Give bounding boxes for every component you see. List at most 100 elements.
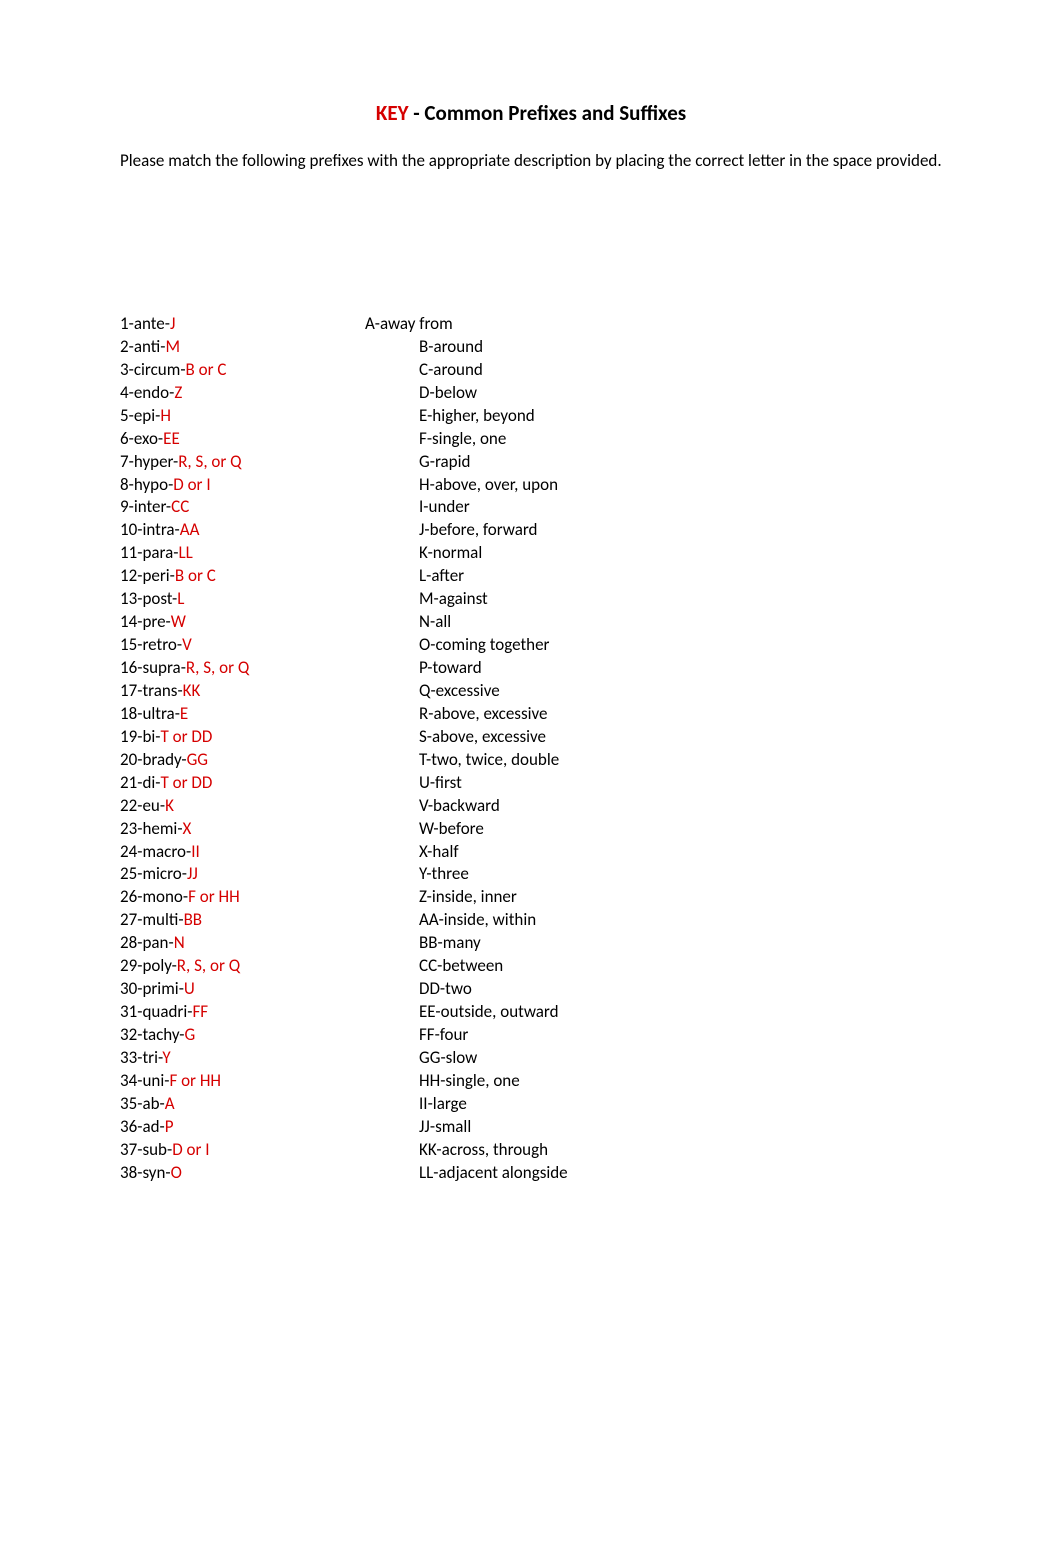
definition-row: DD-two (419, 978, 942, 1001)
prefix-number: 14 (120, 611, 137, 632)
prefix-row: 36-ad-P (120, 1116, 365, 1139)
prefix-number: 31 (120, 1001, 137, 1022)
prefix-number: 26 (120, 886, 137, 907)
definition-text: many (443, 932, 481, 953)
definition-letter: GG (419, 1047, 440, 1068)
prefix-label: 4-endo- (120, 382, 174, 403)
prefix-answer: H (160, 405, 171, 426)
prefix-row: 1-ante-J (120, 313, 365, 336)
prefix-text: ultra (142, 703, 174, 724)
definition-text: above, excessive (433, 703, 547, 724)
prefix-text: mono (142, 886, 182, 907)
prefix-row: 3-circum-B or C (120, 359, 365, 382)
definition-row: T-two, twice, double (419, 749, 942, 772)
definition-row: O-coming together (419, 634, 942, 657)
prefix-row: 9-inter-CC (120, 496, 365, 519)
definition-row: KK-across, through (419, 1139, 942, 1162)
definition-letter: V (419, 795, 428, 816)
prefix-label: 23-hemi- (120, 818, 183, 839)
prefix-answer: J (170, 313, 175, 334)
prefix-text: exo (134, 428, 158, 449)
prefix-row: 38-syn-O (120, 1162, 365, 1185)
definition-row: L-after (419, 565, 942, 588)
definition-letter: HH (419, 1070, 440, 1091)
prefix-text: circum (134, 359, 180, 380)
prefix-text: multi (142, 909, 178, 930)
prefix-number: 22 (120, 795, 137, 816)
definition-text: against (439, 588, 488, 609)
prefix-text: ab (142, 1093, 159, 1114)
definition-text: backward (433, 795, 500, 816)
prefix-answer: II (191, 841, 200, 862)
definition-row: K-normal (419, 542, 942, 565)
prefix-text: tachy (142, 1024, 179, 1045)
prefix-label: 30-primi- (120, 978, 184, 999)
definition-row: FF-four (419, 1024, 942, 1047)
prefix-label: 21-di- (120, 772, 161, 793)
definition-text: between (442, 955, 503, 976)
definition-letter: EE (419, 1001, 435, 1022)
prefix-label: 34-uni- (120, 1070, 169, 1091)
definition-letter: Y (419, 863, 426, 884)
prefix-number: 30 (120, 978, 137, 999)
prefix-answer: D or I (173, 474, 210, 495)
prefix-row: 10-intra-AA (120, 519, 365, 542)
prefix-number: 3 (120, 359, 129, 380)
prefix-number: 6 (120, 428, 129, 449)
prefix-text: pan (142, 932, 168, 953)
prefix-column: 1-ante-J2-anti-M3-circum-B or C4-endo-Z5… (120, 313, 365, 1185)
definition-row: C-around (419, 359, 942, 382)
prefix-number: 1 (120, 313, 129, 334)
prefix-number: 27 (120, 909, 137, 930)
definition-letter: C (419, 359, 428, 380)
prefix-row: 19-bi-T or DD (120, 726, 365, 749)
definition-row: F-single, one (419, 428, 942, 451)
definition-text: inside, inner (432, 886, 517, 907)
definition-letter: H (419, 474, 430, 495)
definition-text: slow (446, 1047, 478, 1068)
prefix-answer: R, S, or Q (178, 451, 241, 472)
prefix-row: 16-supra-R, S, or Q (120, 657, 365, 680)
definition-letter: AA (419, 909, 439, 930)
prefix-row: 32-tachy-G (120, 1024, 365, 1047)
prefix-row: 30-primi-U (120, 978, 365, 1001)
definition-row: CC-between (419, 955, 942, 978)
definition-letter: G (419, 451, 430, 472)
definition-letter: I (419, 496, 423, 517)
prefix-row: 17-trans-KK (120, 680, 365, 703)
prefix-label: 19-bi- (120, 726, 161, 747)
prefix-label: 15-retro- (120, 634, 182, 655)
prefix-number: 13 (120, 588, 137, 609)
definition-row: HH-single, one (419, 1070, 942, 1093)
definition-row: EE-outside, outward (419, 1001, 942, 1024)
prefix-answer: GG (187, 749, 208, 770)
title-rest: - Common Prefixes and Suffixes (408, 100, 686, 126)
definition-text: two, twice, double (431, 749, 559, 770)
prefix-row: 35-ab-A (120, 1093, 365, 1116)
definition-text: above, excessive (432, 726, 546, 747)
prefix-text: syn (142, 1162, 165, 1183)
definition-letter: N (419, 611, 430, 632)
definition-row: A-away from (365, 313, 942, 336)
definition-text: single, one (445, 1070, 519, 1091)
prefix-row: 24-macro-II (120, 841, 365, 864)
definition-text: excessive (436, 680, 500, 701)
definition-text: after (431, 565, 464, 586)
prefix-text: pre (142, 611, 165, 632)
definition-row: U-first (419, 772, 942, 795)
prefix-label: 33-tri- (120, 1047, 162, 1068)
page-title: KEY - Common Prefixes and Suffixes (120, 100, 942, 126)
definition-letter: O (419, 634, 430, 655)
prefix-label: 35-ab- (120, 1093, 165, 1114)
prefix-number: 2 (120, 336, 129, 357)
prefix-answer: B or C (175, 565, 216, 586)
prefix-number: 11 (120, 542, 137, 563)
prefix-answer: W (171, 611, 186, 632)
prefix-label: 31-quadri- (120, 1001, 192, 1022)
prefix-number: 37 (120, 1139, 137, 1160)
prefix-label: 22-eu- (120, 795, 165, 816)
prefix-label: 36-ad- (120, 1116, 165, 1137)
prefix-number: 16 (120, 657, 137, 678)
prefix-text: ad (142, 1116, 159, 1137)
prefix-label: 9-inter- (120, 496, 171, 517)
